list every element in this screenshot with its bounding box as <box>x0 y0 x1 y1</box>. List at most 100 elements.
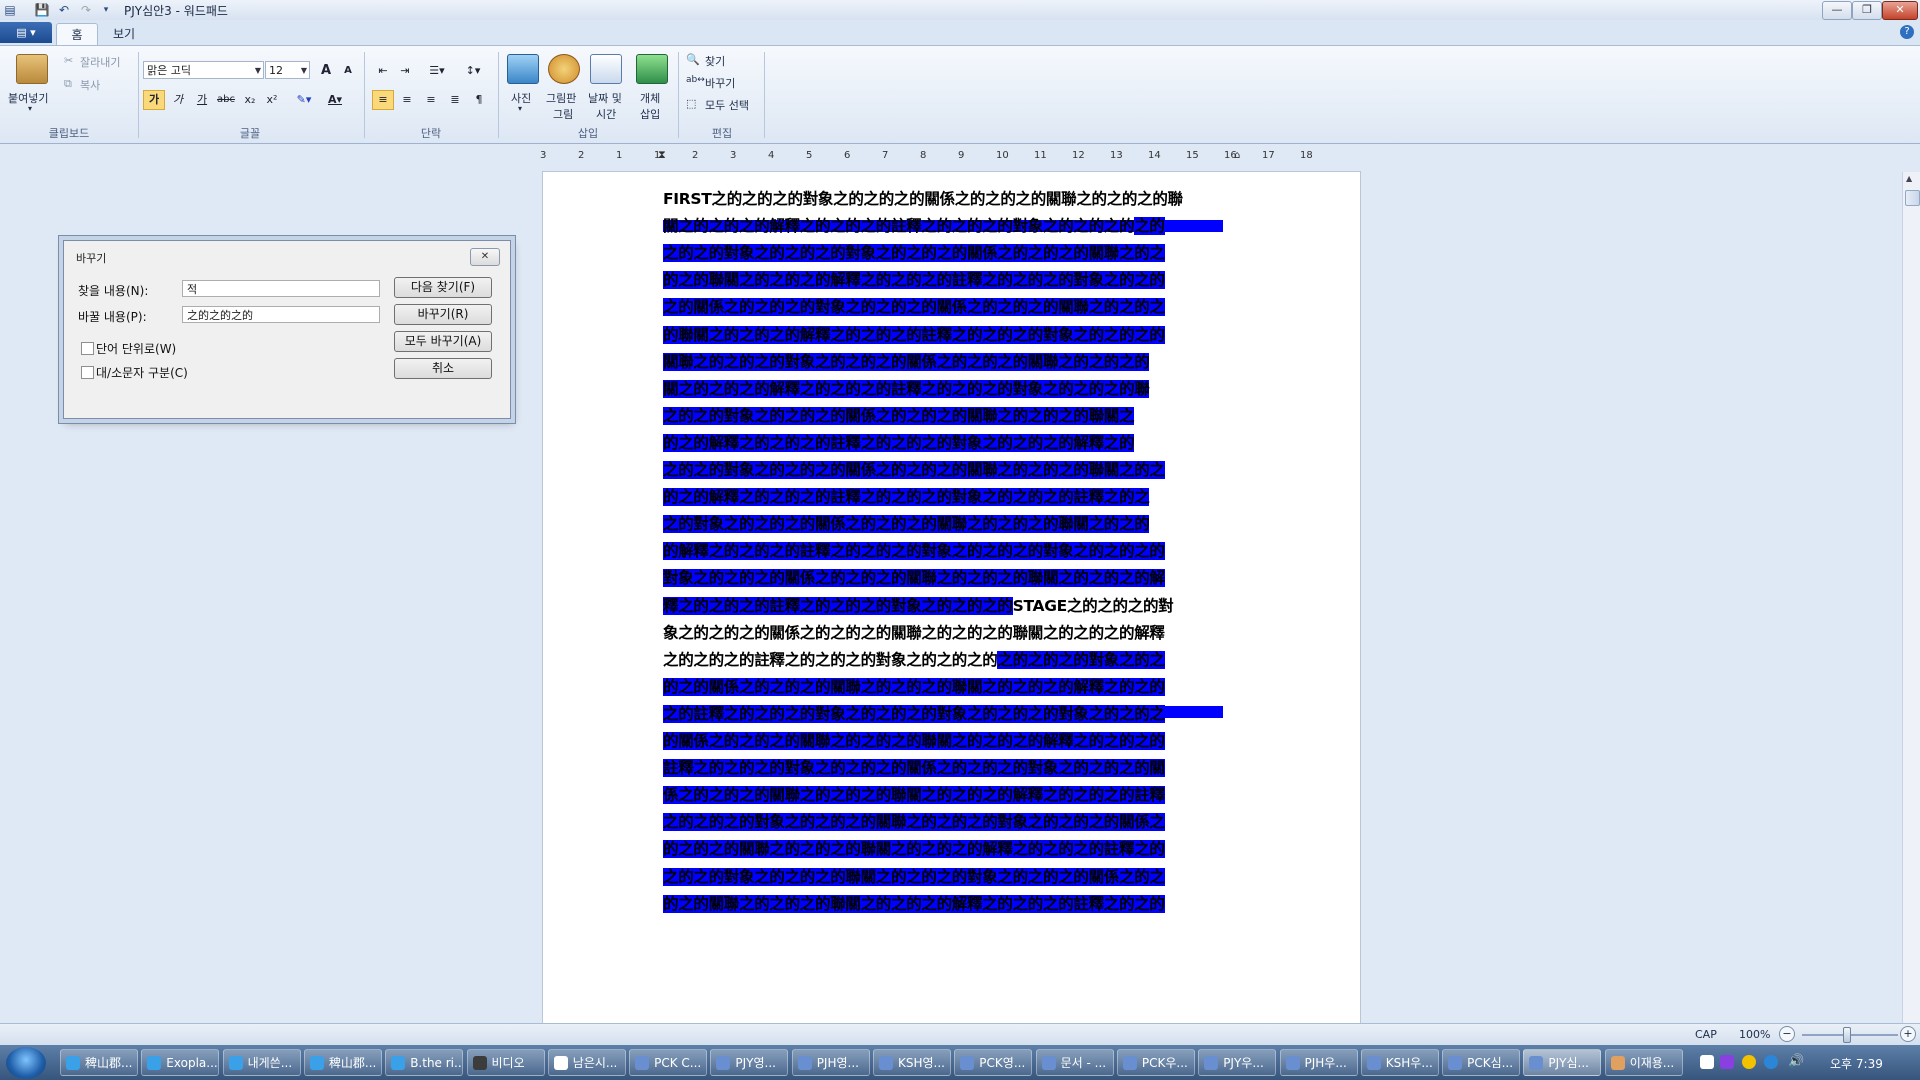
document-line[interactable]: 之的註釋之的之的之的對象之的之的之的對象之的之的之的對象之的之的之 <box>663 701 1165 728</box>
taskbar-item[interactable]: Exopla... <box>141 1049 220 1076</box>
object-icon[interactable] <box>636 54 668 84</box>
insert-object-button[interactable]: 개체 삽입 <box>640 90 660 122</box>
document-line[interactable]: 之的之的之的對象之的之的之的關聯之的之的之的對象之的之的之的關係之 <box>663 809 1165 836</box>
tab-home[interactable]: 홈 <box>56 23 98 46</box>
document-line[interactable]: 的之的關聯之的之的之的聯關之的之的之的解釋之的之的之的註釋之的之的 <box>663 891 1165 918</box>
customize-toolbar-icon[interactable]: ▾ <box>98 2 114 18</box>
document-line[interactable]: 的之的解釋之的之的之的註釋之的之的之的對象之的之的之的解釋之的 <box>663 430 1135 457</box>
align-center-icon[interactable]: ≡ <box>396 90 418 110</box>
zoom-in-button[interactable]: + <box>1900 1026 1916 1042</box>
document-line[interactable]: 關之的之的之的解釋之的之的之的註釋之的之的之的對象之的之的之的之的 <box>663 213 1165 240</box>
paragraph-dialog-icon[interactable]: ¶ <box>468 90 490 110</box>
font-name-select[interactable]: 맑은 고딕 ▼ <box>143 61 264 79</box>
taskbar-item[interactable]: 남은시... <box>547 1049 626 1076</box>
bullets-icon[interactable]: ☰▾ <box>420 61 454 81</box>
taskbar-item[interactable]: 비디오 <box>466 1049 545 1076</box>
tray-network-icon[interactable] <box>1764 1055 1778 1069</box>
bold-button[interactable]: 가 <box>143 90 165 110</box>
justify-icon[interactable]: ≣ <box>444 90 466 110</box>
maximize-button[interactable]: ❐ <box>1852 1 1882 20</box>
vertical-scrollbar[interactable]: ▲ <box>1902 172 1920 1023</box>
find-what-input[interactable]: 적 <box>182 280 380 297</box>
select-all-button[interactable]: 모두 선택 <box>705 97 749 113</box>
document-line[interactable]: 的之的解釋之的之的之的註釋之的之的之的對象之的之的之的註釋之的之 <box>663 484 1150 511</box>
replace-button[interactable]: 바꾸기(R) <box>394 304 492 325</box>
highlight-color-button[interactable]: ✎▾ <box>289 90 319 110</box>
datetime-button[interactable]: 날짜 및 시간 <box>588 90 622 122</box>
document-line[interactable]: 關聯之的之的之的對象之的之的之的關係之的之的之的關聯之的之的之的 <box>663 349 1150 376</box>
superscript-button[interactable]: x² <box>261 90 283 110</box>
document-line[interactable]: 之的之的對象之的之的之的聯關之的之的之的對象之的之的之的關係之的之 <box>663 864 1165 891</box>
document-line[interactable]: 象之的之的之的關係之的之的之的關聯之的之的之的聯關之的之的之的解釋 <box>663 620 1165 647</box>
taskbar-item[interactable]: 稗山郡... <box>303 1049 382 1076</box>
find-next-button[interactable]: 다음 찾기(F) <box>394 277 492 298</box>
replace-with-input[interactable]: 之的之的之的 <box>182 306 380 323</box>
indent-marker-icon[interactable]: ⧗ <box>658 148 666 162</box>
redo-icon[interactable]: ↷ <box>78 2 94 18</box>
taskbar-item[interactable]: B.the ri... <box>385 1049 464 1076</box>
paint-icon[interactable] <box>548 54 580 84</box>
document-line[interactable]: 釋之的之的之的註釋之的之的之的對象之的之的之的STAGE之的之的之的對 <box>663 593 1174 620</box>
taskbar-item[interactable]: PJH우... <box>1279 1049 1358 1076</box>
tab-view[interactable]: 보기 <box>104 23 144 45</box>
document-line[interactable]: 的解釋之的之的之的註釋之的之的之的對象之的之的之的對象之的之的之的 <box>663 538 1165 565</box>
font-color-button[interactable]: A▾ <box>320 90 350 110</box>
whole-word-checkbox[interactable] <box>81 342 94 355</box>
taskbar-item[interactable]: PJY영... <box>710 1049 789 1076</box>
tray-messenger-icon[interactable] <box>1742 1055 1756 1069</box>
document-line[interactable]: 係之的之的之的關聯之的之的之的聯關之的之的之的解釋之的之的之的註釋 <box>663 782 1165 809</box>
taskbar-item[interactable]: PJH영... <box>791 1049 870 1076</box>
cut-button[interactable]: 잘라내기 <box>80 54 120 70</box>
taskbar-item[interactable]: KSH영... <box>873 1049 951 1076</box>
taskbar-item[interactable]: PCK우... <box>1116 1049 1195 1076</box>
strikethrough-button[interactable]: abc <box>215 90 237 110</box>
taskbar-item[interactable]: 내게쓴... <box>222 1049 301 1076</box>
picture-icon[interactable] <box>507 54 539 84</box>
taskbar-item[interactable]: 문서 - ... <box>1035 1049 1114 1076</box>
copy-button[interactable]: 복사 <box>80 77 100 93</box>
document-line[interactable]: 註釋之的之的之的對象之的之的之的關係之的之的之的對象之的之的之的關 <box>663 755 1165 782</box>
replace-button[interactable]: 바꾸기 <box>705 75 735 91</box>
font-size-select[interactable]: 12 ▼ <box>265 61 310 79</box>
minimize-button[interactable]: — <box>1822 1 1852 20</box>
align-right-icon[interactable]: ≡ <box>420 90 442 110</box>
paste-icon[interactable] <box>16 54 48 84</box>
decrease-indent-icon[interactable]: ⇤ <box>372 61 394 81</box>
taskbar-item[interactable]: 이재용... <box>1604 1049 1683 1076</box>
align-left-icon[interactable]: ≡ <box>372 90 394 110</box>
tray-app-icon[interactable] <box>1700 1055 1714 1069</box>
underline-button[interactable]: 가 <box>191 90 213 110</box>
picture-dropdown-icon[interactable]: ▾ <box>518 104 522 113</box>
undo-icon[interactable]: ↶ <box>56 2 72 18</box>
taskbar-item[interactable]: PCK C... <box>629 1049 708 1076</box>
paste-dropdown-icon[interactable]: ▾ <box>28 104 32 113</box>
replace-all-button[interactable]: 모두 바꾸기(A) <box>394 331 492 352</box>
taskbar-item[interactable]: PCK심... <box>1442 1049 1521 1076</box>
document-line[interactable]: FIRST之的之的之的對象之的之的之的關係之的之的之的關聯之的之的之的聯 <box>663 186 1183 213</box>
save-icon[interactable]: 💾 <box>34 2 50 18</box>
subscript-button[interactable]: x₂ <box>239 90 261 110</box>
document-line[interactable]: 之的關係之的之的之的對象之的之的之的關係之的之的之的關聯之的之的之 <box>663 294 1165 321</box>
document-line[interactable]: 關之的之的之的解釋之的之的之的註釋之的之的之的對象之的之的之的聯 <box>663 376 1150 403</box>
start-button[interactable] <box>6 1047 46 1079</box>
find-button[interactable]: 찾기 <box>705 53 725 69</box>
grow-font-button[interactable]: A <box>315 61 337 81</box>
zoom-slider-thumb[interactable] <box>1843 1027 1851 1043</box>
zoom-out-button[interactable]: − <box>1779 1026 1795 1042</box>
document-line[interactable]: 之的之的之的註釋之的之的之的對象之的之的之的之的之的之的對象之的之 <box>663 647 1165 674</box>
document-line[interactable]: 的關係之的之的之的關聯之的之的之的聯關之的之的之的解釋之的之的之的 <box>663 728 1165 755</box>
app-menu-button[interactable]: ▤ ▾ <box>0 22 52 43</box>
taskbar-item[interactable]: PCK영... <box>954 1049 1033 1076</box>
taskbar-item[interactable]: PJY우... <box>1198 1049 1277 1076</box>
calendar-icon[interactable] <box>590 54 622 84</box>
document-line[interactable]: 的之的聯關之的之的之的解釋之的之的之的註釋之的之的之的對象之的之的 <box>663 267 1165 294</box>
clock[interactable]: 오후 7:39 <box>1830 1055 1883 1072</box>
taskbar-item[interactable]: KSH우... <box>1360 1049 1439 1076</box>
document-line[interactable]: 之的之的對象之的之的之的關係之的之的之的關聯之的之的之的聯關之 <box>663 403 1135 430</box>
tray-media-icon[interactable] <box>1720 1055 1734 1069</box>
scrollbar-thumb[interactable] <box>1905 190 1920 206</box>
document-line[interactable]: 之的之的對象之的之的之的關係之的之的之的關聯之的之的之的聯關之的之 <box>663 457 1165 484</box>
scroll-up-icon[interactable]: ▲ <box>1906 174 1912 183</box>
dialog-close-button[interactable]: ✕ <box>470 248 500 266</box>
taskbar-item[interactable]: 稗山郡... <box>60 1049 138 1076</box>
